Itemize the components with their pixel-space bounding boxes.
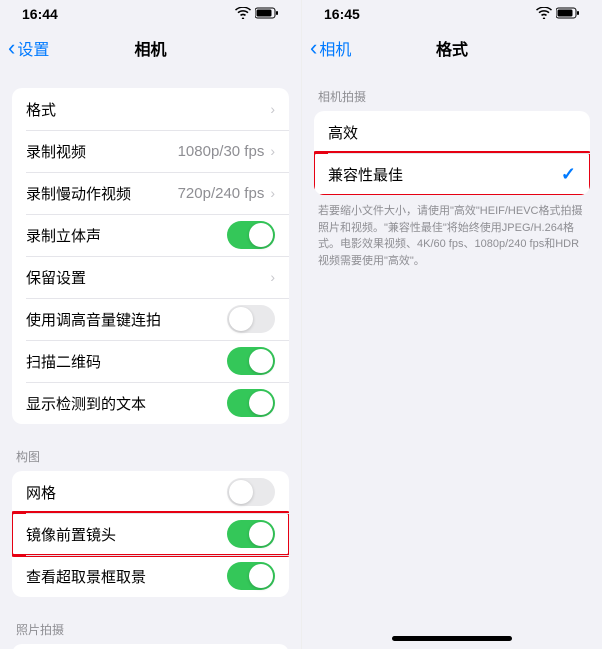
chevron-right-icon: ›	[270, 185, 275, 201]
list-photo: 摄影风格	[12, 644, 289, 649]
row-formats[interactable]: 格式 ›	[12, 88, 289, 130]
row-qr[interactable]: 扫描二维码	[12, 340, 289, 382]
status-indicators	[235, 6, 279, 22]
row-preserve[interactable]: 保留设置 ›	[12, 256, 289, 298]
status-bar: 16:45	[302, 0, 602, 28]
wifi-icon	[536, 6, 552, 22]
toggle-mirror-front[interactable]	[227, 520, 275, 548]
chevron-right-icon: ›	[270, 143, 275, 159]
row-mirror-front[interactable]: 镜像前置镜头	[12, 513, 289, 555]
toggle-qr[interactable]	[227, 347, 275, 375]
back-button[interactable]: ‹ 相机	[310, 36, 351, 60]
group-header-capture: 相机拍摄	[302, 88, 602, 111]
camera-settings-screen: 16:44 ‹ 设置 相机 格式 ›	[0, 0, 301, 649]
row-record-slomo[interactable]: 录制慢动作视频 720p/240 fps ›	[12, 172, 289, 214]
list-capture: 高效 兼容性最佳 ✓	[314, 111, 590, 195]
battery-icon	[556, 6, 580, 22]
formats-screen: 16:45 ‹ 相机 格式 相机拍摄 高效	[301, 0, 602, 649]
content: 格式 › 录制视频 1080p/30 fps › 录制慢动作视频 720p/24…	[0, 68, 301, 649]
back-button[interactable]: ‹ 设置	[8, 36, 49, 60]
toggle-stereo[interactable]	[227, 221, 275, 249]
chevron-right-icon: ›	[270, 101, 275, 117]
row-stereo[interactable]: 录制立体声	[12, 214, 289, 256]
row-record-video[interactable]: 录制视频 1080p/30 fps ›	[12, 130, 289, 172]
row-view-outside-frame[interactable]: 查看超取景框取景	[12, 555, 289, 597]
group-camera-capture: 相机拍摄 高效 兼容性最佳 ✓ 若要缩小文件大小，请使用"高效"HEIF/HEV…	[302, 88, 602, 269]
toggle-detected-text[interactable]	[227, 389, 275, 417]
group-header-photo: 照片拍摄	[0, 621, 301, 644]
back-label: 相机	[319, 36, 351, 60]
footer-capture: 若要缩小文件大小，请使用"高效"HEIF/HEVC格式拍摄照片和视频。"兼容性最…	[302, 195, 602, 269]
group-composition: 构图 网格 镜像前置镜头 查看超取景框取景	[0, 448, 301, 597]
status-indicators	[536, 6, 580, 22]
group-main: 格式 › 录制视频 1080p/30 fps › 录制慢动作视频 720p/24…	[0, 88, 301, 424]
status-bar: 16:44	[0, 0, 301, 28]
toggle-volume-burst[interactable]	[227, 305, 275, 333]
row-grid[interactable]: 网格	[12, 471, 289, 513]
wifi-icon	[235, 6, 251, 22]
chevron-left-icon: ‹	[310, 37, 317, 59]
chevron-left-icon: ‹	[8, 37, 15, 59]
row-most-compatible[interactable]: 兼容性最佳 ✓	[314, 153, 590, 195]
status-time: 16:45	[324, 6, 360, 22]
list-main: 格式 › 录制视频 1080p/30 fps › 录制慢动作视频 720p/24…	[12, 88, 289, 424]
list-composition: 网格 镜像前置镜头 查看超取景框取景	[12, 471, 289, 597]
chevron-right-icon: ›	[270, 269, 275, 285]
row-volume-burst[interactable]: 使用调高音量键连拍	[12, 298, 289, 340]
check-icon: ✓	[561, 164, 576, 185]
page-title: 相机	[134, 36, 166, 60]
group-header-composition: 构图	[0, 448, 301, 471]
group-photo-capture: 照片拍摄 摄影风格 将你的个人审美带进摄影作品，使照片更加个性化。"摄影风格"使…	[0, 621, 301, 649]
page-title: 格式	[436, 36, 468, 60]
row-high-efficiency[interactable]: 高效	[314, 111, 590, 153]
status-time: 16:44	[22, 6, 58, 22]
home-indicator[interactable]	[392, 636, 512, 641]
content: 相机拍摄 高效 兼容性最佳 ✓ 若要缩小文件大小，请使用"高效"HEIF/HEV…	[302, 68, 602, 649]
nav-bar: ‹ 相机 格式	[302, 28, 602, 68]
toggle-view-outside-frame[interactable]	[227, 562, 275, 590]
row-detected-text[interactable]: 显示检测到的文本	[12, 382, 289, 424]
row-photographic-styles[interactable]: 摄影风格	[12, 644, 289, 649]
toggle-grid[interactable]	[227, 478, 275, 506]
battery-icon	[255, 6, 279, 22]
back-label: 设置	[17, 36, 49, 60]
nav-bar: ‹ 设置 相机	[0, 28, 301, 68]
